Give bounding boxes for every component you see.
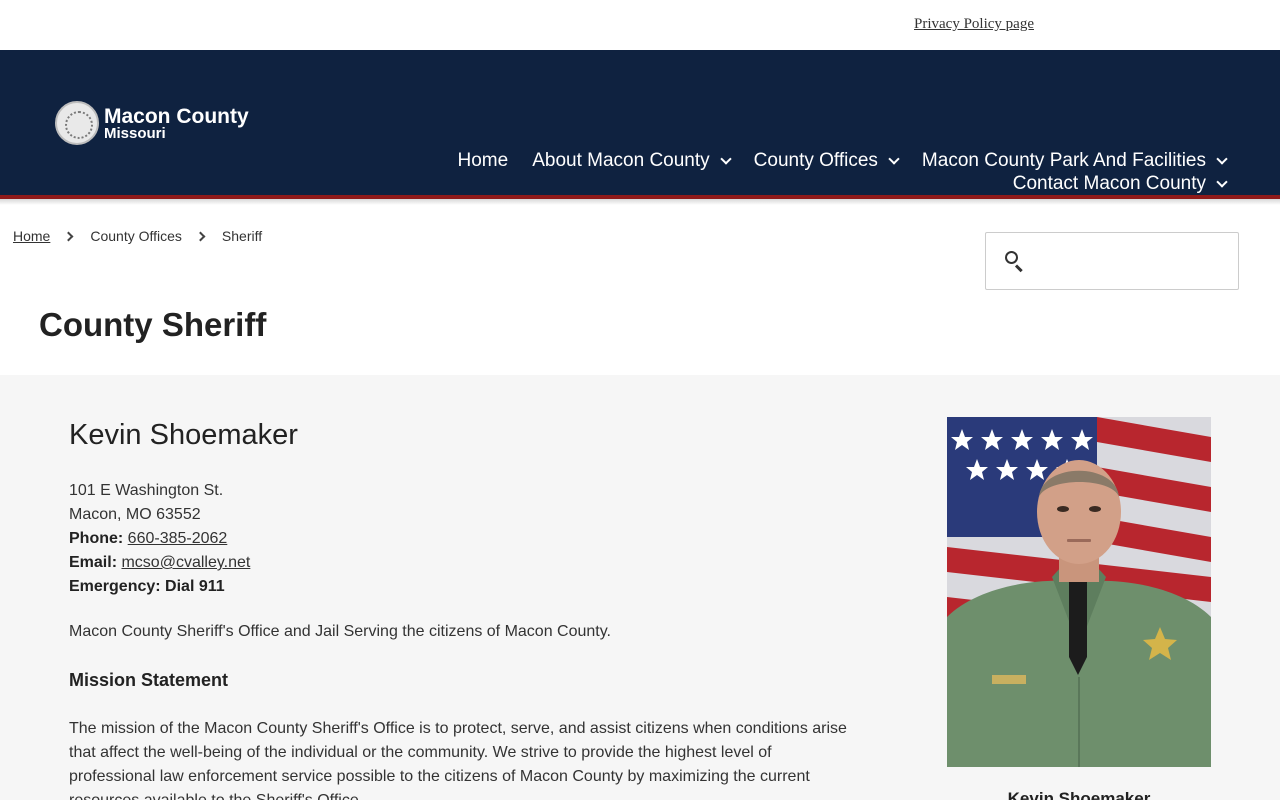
chevron-right-icon [195,231,206,241]
county-seal-icon [55,101,99,145]
emergency-line: Emergency: Dial 911 [69,578,225,595]
logo-subtitle: Missouri [104,124,166,142]
phone-row: Phone: 660-385-2062 [69,527,250,551]
logo-name: Macon County [104,104,249,128]
top-bar: Privacy Policy page [0,0,1280,50]
phone-label: Phone: [69,530,124,547]
phone-link[interactable]: 660-385-2062 [128,530,228,547]
header-shadow [0,199,1280,205]
breadcrumb: Home County Offices Sheriff [13,228,262,244]
nav-item-about[interactable]: About Macon County [532,150,732,172]
sheriff-content: Kevin Shoemaker 101 E Washington St. Mac… [0,375,1280,800]
site-logo[interactable]: Macon County Missouri [55,101,249,145]
nav-item-county-offices[interactable]: County Offices [753,150,900,172]
breadcrumb-county-offices[interactable]: County Offices [90,228,182,244]
chevron-down-icon[interactable] [1216,152,1228,165]
chevron-down-icon[interactable] [719,152,732,165]
chevron-down-icon[interactable] [1216,175,1228,188]
site-header: Macon County Missouri Home About Macon C… [0,50,1280,195]
nav-item-contact[interactable]: Contact Macon County [1012,173,1228,195]
nav-item-label: County Offices [753,150,878,171]
office-tagline: Macon County Sheriff's Office and Jail S… [69,623,611,640]
nav-item-label: About Macon County [532,150,710,171]
sheriff-photo [947,417,1211,767]
address-line-2: Macon, MO 63552 [69,506,201,523]
search-input[interactable] [1033,241,1223,281]
address-line-1: 101 E Washington St. [69,482,224,499]
chevron-right-icon [63,231,74,241]
nav-item-park-facilities[interactable]: Macon County Park And Facilities [921,150,1228,172]
mission-heading: Mission Statement [69,670,229,690]
main-nav-row-2: Contact Macon County [989,173,1228,195]
search-icon[interactable] [1005,251,1025,273]
email-link[interactable]: mcso@cvalley.net [121,554,250,571]
chevron-down-icon[interactable] [888,152,900,165]
nav-item-label: Macon County Park And Facilities [921,150,1206,171]
main-nav: Home About Macon County County Offices M… [434,150,1228,172]
email-row: Email: mcso@cvalley.net [69,551,250,575]
page-title: County Sheriff [39,306,267,343]
breadcrumb-home[interactable]: Home [13,228,50,244]
photo-caption: Kevin Shoemaker [1007,789,1151,800]
breadcrumb-current: Sheriff [221,228,263,244]
privacy-policy-link[interactable]: Privacy Policy page [914,16,1034,33]
email-label: Email: [69,554,118,571]
search-box[interactable] [985,232,1239,290]
sheriff-name: Kevin Shoemaker [69,419,298,451]
nav-item-home[interactable]: Home [458,150,509,172]
contact-details: 101 E Washington St. Macon, MO 63552 Pho… [69,479,250,599]
mission-text: The mission of the Macon County Sheriff'… [69,720,847,800]
nav-item-label: Home [457,150,509,171]
nav-item-label: Contact Macon County [1012,173,1206,194]
